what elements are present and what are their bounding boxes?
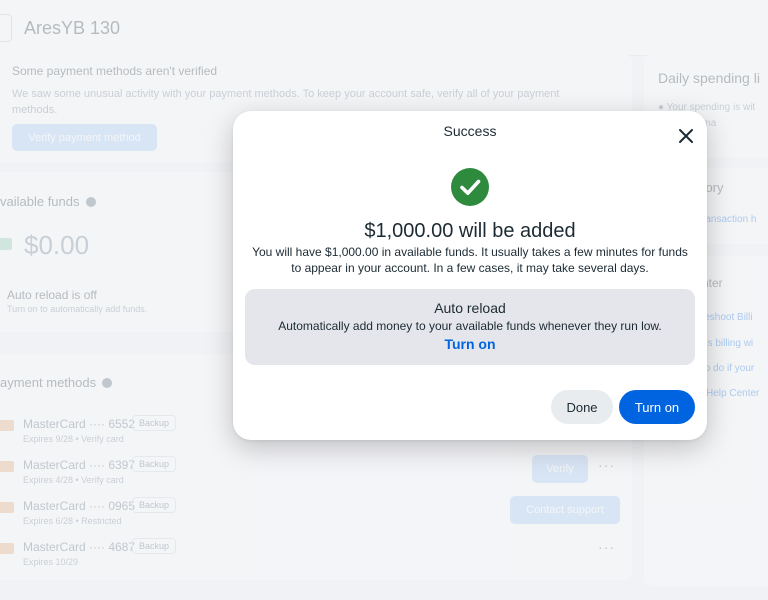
checkmark-icon <box>460 179 481 195</box>
more-options-icon[interactable]: ··· <box>598 539 615 555</box>
close-icon <box>679 129 693 143</box>
info-icon[interactable] <box>85 197 96 207</box>
backup-badge: Backup <box>132 415 177 431</box>
auto-reload-status: Auto reload is off <box>7 288 97 302</box>
payment-methods-title: ayment methods <box>0 375 113 390</box>
card-name: MasterCard ···· 6552 <box>23 417 136 431</box>
success-dialog: Success $1,000.00 will be added You will… <box>233 111 707 440</box>
help-link[interactable]: leshoot Billi <box>702 312 753 323</box>
verify-card-button[interactable]: Verify <box>532 455 588 483</box>
account-name: AresYB 130 <box>24 18 121 38</box>
verify-payment-method-button[interactable]: Verify payment method <box>12 124 157 151</box>
warning-title: Some payment methods aren't verified <box>12 64 218 78</box>
card-expiry: Expires 4/28 • Verify card <box>23 475 124 485</box>
account-switcher[interactable] <box>0 14 12 42</box>
top-bar: AresYB 130 <box>0 0 768 56</box>
help-link[interactable]: ds billing wi <box>702 338 753 349</box>
card-name: MasterCard ···· 0965 <box>23 499 136 513</box>
funds-title: vailable funds <box>0 194 96 209</box>
success-check-icon <box>451 168 489 206</box>
transaction-history-link[interactable]: ransaction h <box>702 214 756 225</box>
close-button[interactable] <box>672 122 700 150</box>
auto-reload-subtext: Turn on to automatically add funds. <box>7 304 148 314</box>
help-link[interactable]: Help Center <box>706 388 759 399</box>
done-button[interactable]: Done <box>551 390 613 424</box>
backup-badge: Backup <box>132 456 177 472</box>
backup-badge: Backup <box>132 497 177 513</box>
backup-badge: Backup <box>132 538 177 554</box>
funds-amount: $0.00 <box>24 230 90 260</box>
daily-spending-title: Daily spending li <box>658 70 760 86</box>
auto-reload-description: Automatically add money to your availabl… <box>278 319 662 333</box>
card-expiry: Expires 10/29 <box>23 557 79 567</box>
mastercard-icon <box>0 420 14 431</box>
auto-reload-title: Auto reload <box>434 300 506 316</box>
payment-method-row[interactable]: MasterCard ···· 4687 Backup Expires 10/2… <box>0 537 632 577</box>
card-expiry: Expires 9/28 • Verify card <box>23 434 124 444</box>
mastercard-icon <box>0 543 14 554</box>
payment-method-row[interactable]: MasterCard ···· 6397 Backup Expires 4/28… <box>0 455 632 495</box>
mastercard-icon <box>0 502 14 513</box>
funds-description: You will have $1,000.00 in available fun… <box>252 245 688 275</box>
card-name: MasterCard ···· 4687 <box>23 540 136 554</box>
info-icon[interactable] <box>102 378 113 388</box>
payment-method-row[interactable]: MasterCard ···· 0965 Backup Expires 6/28… <box>0 496 632 536</box>
card-expiry: Expires 6/28 • Restricted <box>23 516 122 526</box>
more-options-icon[interactable]: ··· <box>598 457 615 473</box>
card-name: MasterCard ···· 6397 <box>23 458 136 472</box>
dialog-title: Success <box>443 123 497 139</box>
mastercard-icon <box>0 461 14 472</box>
turn-on-auto-reload-link[interactable]: Turn on <box>420 334 520 354</box>
help-link[interactable]: to do if your <box>702 363 754 374</box>
contact-support-button[interactable]: Contact support <box>510 496 620 524</box>
turn-on-button[interactable]: Turn on <box>619 390 695 424</box>
auto-reload-panel: Auto reload Automatically add money to y… <box>245 289 695 365</box>
funds-card-icon <box>0 238 12 250</box>
amount-headline: $1,000.00 will be added <box>364 220 576 242</box>
